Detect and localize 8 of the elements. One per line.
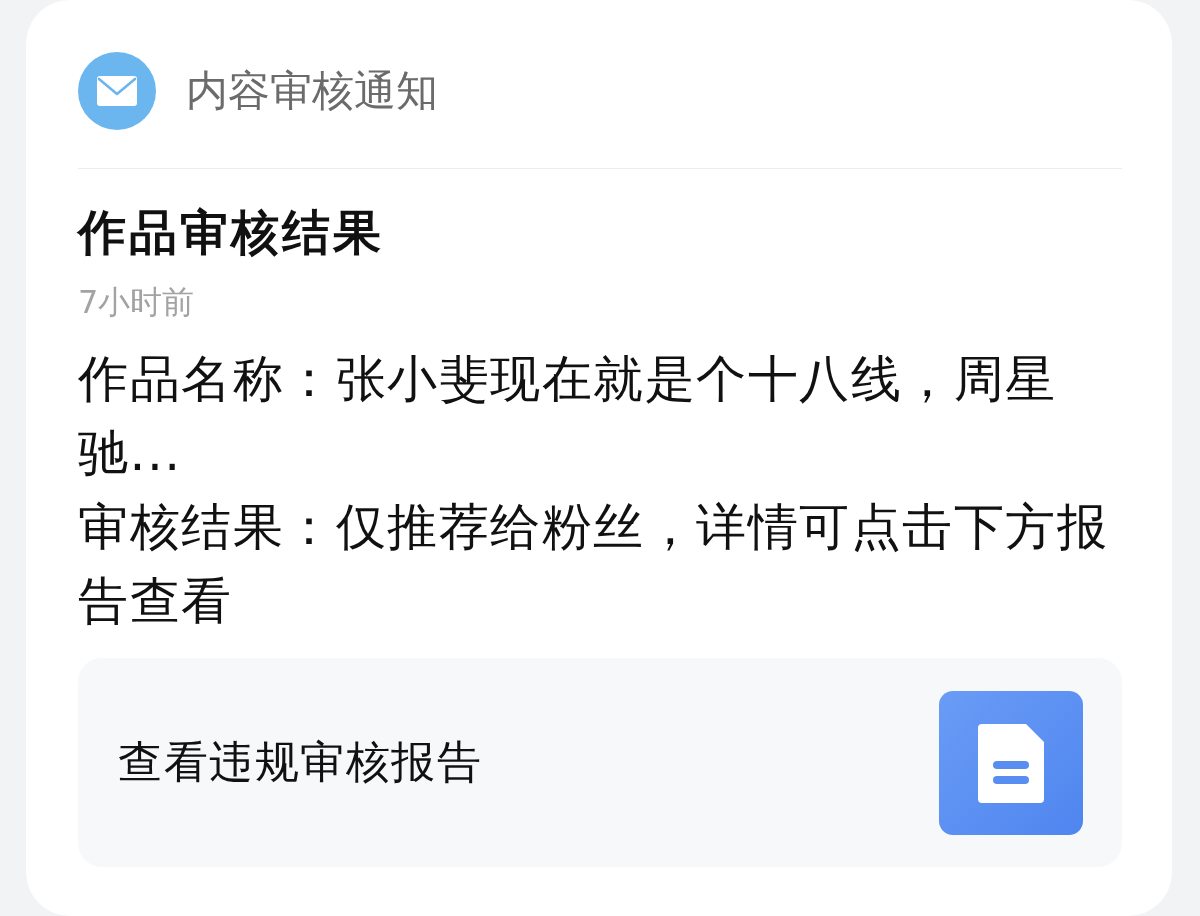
timestamp: 7小时前 <box>78 282 195 323</box>
message-text: 审核结果：仅推荐给粉丝，详情可点击下方报告查看 <box>78 497 1109 632</box>
report-button[interactable]: 查看违规审核报告 <box>78 658 1122 867</box>
mail-icon <box>78 52 156 130</box>
message-text: 作品名称：张小斐现在就是个十八线，周星驰... <box>78 349 1058 484</box>
notification-category: 内容审核通知 <box>186 65 438 117</box>
document-icon <box>939 690 1083 835</box>
notification-title: 作品审核结果 <box>78 203 384 262</box>
